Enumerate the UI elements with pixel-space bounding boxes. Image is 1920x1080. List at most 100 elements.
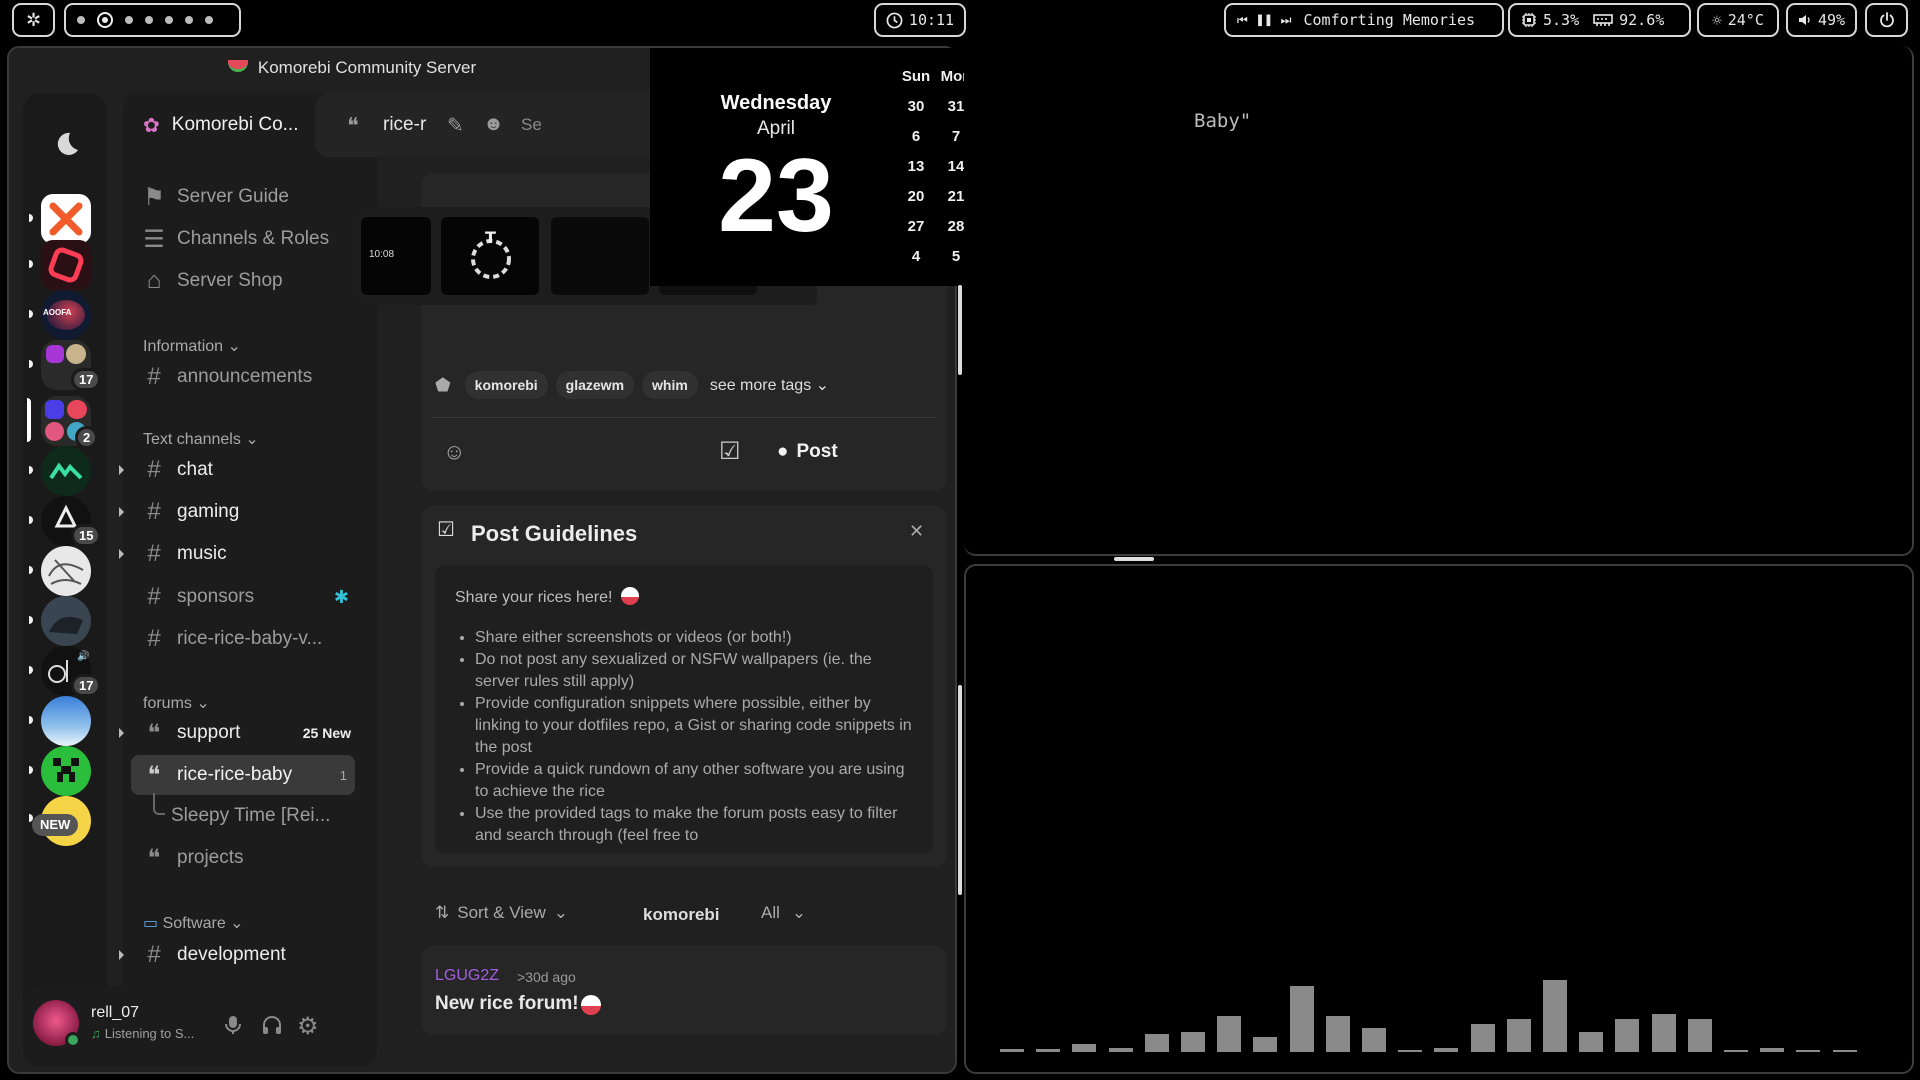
visualizer-bar xyxy=(1506,1018,1531,1052)
emoji-icon[interactable]: ☺ xyxy=(443,439,465,465)
channel-sponsors[interactable]: # sponsors ✱ xyxy=(131,577,355,617)
channel-music[interactable]: # music xyxy=(119,534,355,574)
pause-icon[interactable]: ❚❚ xyxy=(1256,12,1273,28)
forum-projects[interactable]: ❝ projects xyxy=(131,838,355,878)
category-text-channels[interactable]: Text channels ⌄ xyxy=(143,429,259,449)
launcher-button[interactable]: ✲ xyxy=(12,3,55,37)
user-activity: ♫ Listening to S... xyxy=(91,1026,194,1041)
category-information[interactable]: Information ⌄ xyxy=(143,336,241,356)
pane-resize-handle[interactable] xyxy=(1114,557,1154,561)
channel-rice-rice-baby-v[interactable]: # rice-rice-baby-v... xyxy=(131,619,355,659)
settings-button[interactable]: ⚙ xyxy=(297,1012,319,1041)
visualizer-bar xyxy=(1181,1031,1205,1052)
media-widget[interactable]: ⏮ ❚❚ ⏭ Comforting Memories xyxy=(1224,3,1504,37)
server-icon-x[interactable] xyxy=(41,194,91,244)
post-card[interactable]: LGUG2Z >30d ago New rice forum! xyxy=(421,945,947,1035)
server-icon-red-square[interactable] xyxy=(41,240,91,290)
channel-chat[interactable]: # chat xyxy=(119,450,355,490)
visualizer-bar xyxy=(1108,1048,1133,1052)
close-icon[interactable]: ✕ xyxy=(909,521,924,542)
pane-resize-handle[interactable] xyxy=(958,685,962,895)
workspace-switcher[interactable] xyxy=(64,3,241,37)
system-stats[interactable]: 5.3% 92.6% xyxy=(1508,3,1691,37)
thread-label: Sleepy Time [Rei... xyxy=(171,805,331,826)
server-icon-mountain[interactable] xyxy=(41,446,91,496)
channel-announcements[interactable]: # announcements xyxy=(131,357,355,397)
visualizer-bar xyxy=(1796,1050,1821,1052)
calendar-day-cell[interactable]: 27 xyxy=(896,214,936,240)
media-thumbnail[interactable] xyxy=(551,217,649,295)
gear-icon: ⚙ xyxy=(297,1013,319,1040)
nav-label: Channels & Roles xyxy=(177,228,330,249)
category-software[interactable]: ▭ Software ⌄ xyxy=(143,913,244,933)
clock-widget[interactable]: 10:11 xyxy=(874,3,966,37)
hash-icon: # xyxy=(147,498,161,525)
workspace-dot[interactable] xyxy=(145,16,153,24)
mute-icon[interactable]: ✎ xyxy=(447,113,464,138)
visualizer-bar xyxy=(1289,985,1314,1052)
server-icon-animal[interactable] xyxy=(41,596,91,646)
workspace-dot[interactable] xyxy=(165,16,173,24)
post-button[interactable]: ● Post xyxy=(777,441,838,463)
server-icon-lake[interactable] xyxy=(41,696,91,746)
sparkle-icon: ✱ xyxy=(333,586,349,607)
server-icon-aoo[interactable]: AOOFA xyxy=(41,290,91,340)
workspace-dot-active[interactable] xyxy=(97,12,113,28)
pane-resize-handle[interactable] xyxy=(958,285,962,375)
thread-sleepy-time[interactable]: Sleepy Time [Rei... xyxy=(131,796,355,836)
workspace-dot[interactable] xyxy=(125,16,133,24)
media-thumbnail[interactable]: T xyxy=(441,217,539,295)
weather-widget[interactable]: ☼ 24°C xyxy=(1697,3,1779,37)
media-thumbnail[interactable]: 10:08 xyxy=(361,217,431,295)
calendar-day-cell[interactable]: 4 xyxy=(896,244,936,270)
see-more-tags[interactable]: see more tags ⌄ xyxy=(710,375,829,395)
channel-label: support xyxy=(177,722,241,743)
tag-glazewm[interactable]: glazewm xyxy=(555,371,635,399)
headphones-button[interactable] xyxy=(261,1014,283,1036)
channel-development[interactable]: # development xyxy=(119,935,355,975)
post-author[interactable]: LGUG2Z xyxy=(435,967,499,985)
hash-icon: # xyxy=(147,540,161,567)
workspace-dot[interactable] xyxy=(77,16,85,24)
volume-widget[interactable]: 49% xyxy=(1786,3,1857,37)
calendar-day-cell[interactable]: 6 xyxy=(896,124,936,150)
terminal-pane[interactable]: Baby" xyxy=(964,46,1914,556)
category-forums[interactable]: forums ⌄ xyxy=(143,693,210,713)
home-moon-icon[interactable] xyxy=(42,121,88,167)
channel-gaming[interactable]: # gaming xyxy=(119,492,355,532)
laptop-icon: ▭ xyxy=(143,915,159,932)
microphone-button[interactable] xyxy=(223,1014,243,1036)
previous-track-icon[interactable]: ⏮ xyxy=(1237,13,1248,28)
microphone-icon xyxy=(225,1016,241,1034)
nav-server-guide[interactable]: ⚑ Server Guide xyxy=(131,177,355,217)
checklist-icon[interactable]: ☑ xyxy=(719,437,741,466)
server-icon-creeper[interactable] xyxy=(41,746,91,796)
sort-view-button[interactable]: ⇅ Sort & View ⌄ xyxy=(435,903,568,923)
nav-channels-roles[interactable]: ☰ Channels & Roles xyxy=(131,219,355,259)
power-button[interactable] xyxy=(1865,3,1908,37)
nav-server-shop[interactable]: ⌂ Server Shop xyxy=(131,261,355,301)
channel-label: projects xyxy=(177,847,244,868)
category-label: forums xyxy=(143,695,192,712)
calendar-day-cell[interactable]: 13 xyxy=(896,154,936,180)
calendar-day-cell[interactable]: 30 xyxy=(896,94,936,120)
forum-rice-rice-baby[interactable]: ❝ rice-rice-baby 1 xyxy=(131,755,355,795)
signpost-icon: ⚑ xyxy=(143,183,165,211)
server-icon-sketch[interactable] xyxy=(41,546,91,596)
members-icon[interactable]: ☻ xyxy=(483,113,504,136)
forum-icon: ❝ xyxy=(147,719,161,747)
tag-komorebi[interactable]: komorebi xyxy=(464,371,548,399)
sort-icon: ⇅ xyxy=(435,903,450,922)
category-label: Software xyxy=(162,915,226,932)
workspace-dot[interactable] xyxy=(205,16,213,24)
thread-arrow-icon xyxy=(119,549,124,559)
visualizer-pane[interactable] xyxy=(964,564,1914,1074)
workspace-dot[interactable] xyxy=(185,16,193,24)
next-track-icon[interactable]: ⏭ xyxy=(1281,13,1292,28)
search-input[interactable]: Se xyxy=(521,115,542,135)
calendar-day-cell[interactable]: 20 xyxy=(896,184,936,210)
tag-whim[interactable]: whim xyxy=(642,371,698,399)
filter-all-dropdown[interactable]: All ⌄ xyxy=(761,903,806,923)
forum-support[interactable]: ❝ support 25 New xyxy=(119,713,355,753)
filter-tag-komorebi[interactable]: komorebi xyxy=(643,905,720,925)
